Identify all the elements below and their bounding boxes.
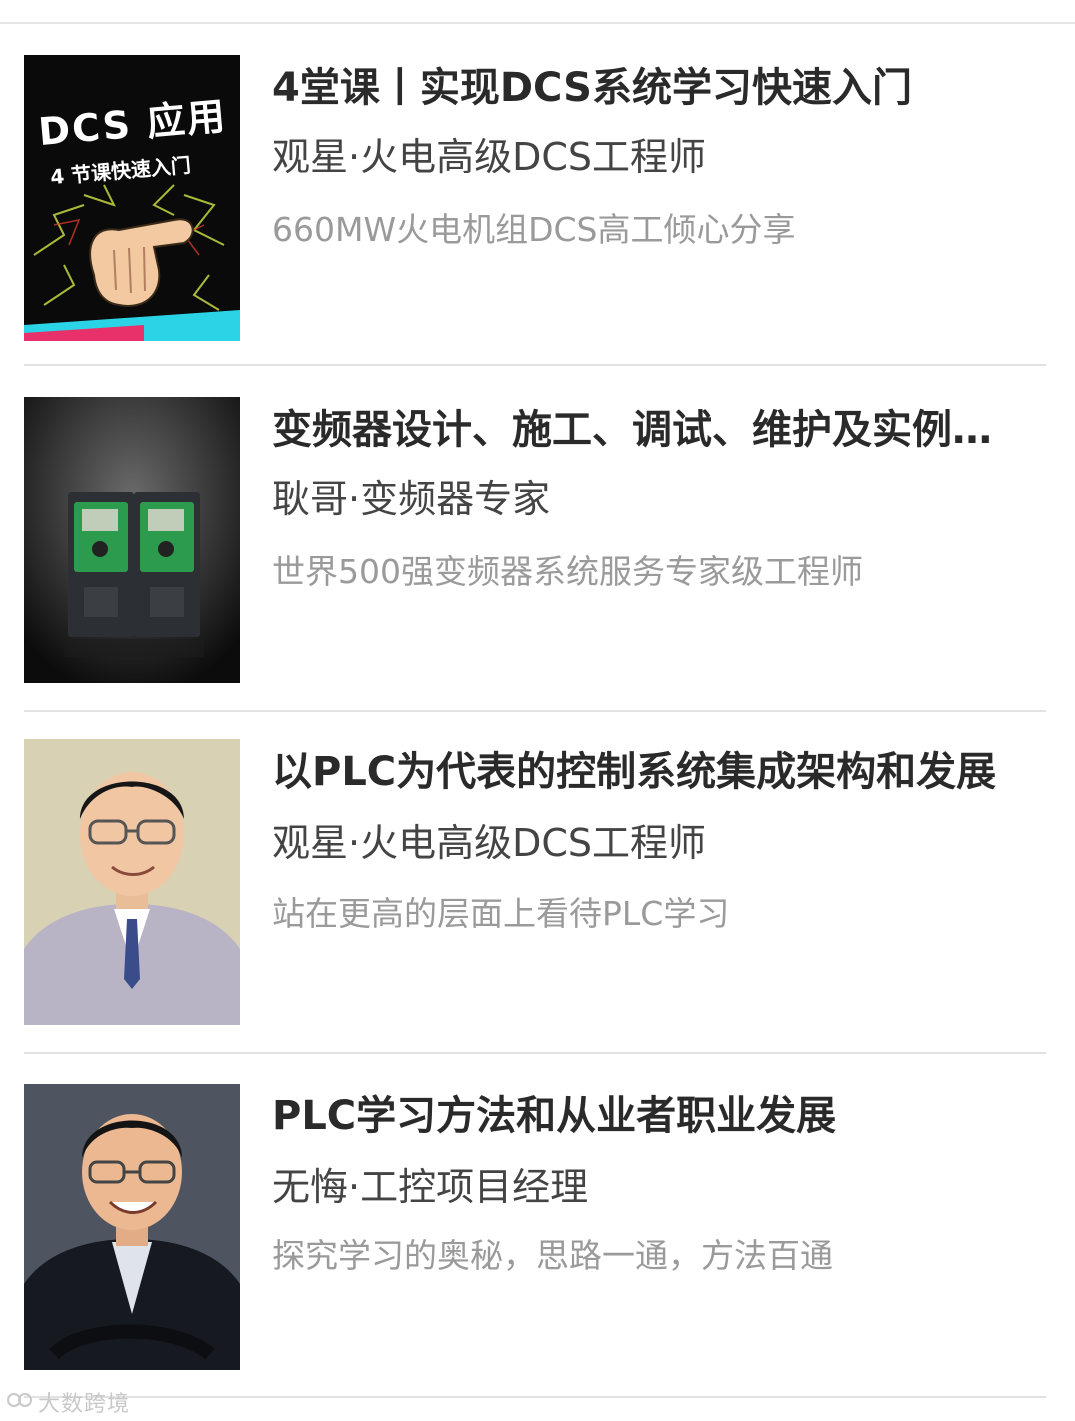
course-thumbnail[interactable]: DCS 应用 4 节课快速入门	[24, 55, 240, 341]
course-item-inverter[interactable]: 变频器设计、施工、调试、维护及实例… 耿哥·变频器专家 世界500强变频器系统服…	[0, 342, 1075, 712]
course-author: 无悔·工控项目经理	[272, 1165, 589, 1209]
course-author: 耿哥·变频器专家	[272, 477, 551, 521]
course-author: 观星·火电高级DCS工程师	[272, 135, 706, 179]
inverter-device-icon	[24, 397, 240, 683]
course-thumbnail[interactable]	[24, 397, 240, 683]
course-thumbnail[interactable]	[24, 739, 240, 1025]
watermark: 大数跨境	[6, 1386, 130, 1418]
course-title[interactable]: 变频器设计、施工、调试、维护及实例…	[272, 406, 1032, 454]
course-title[interactable]: 以PLC为代表的控制系统集成架构和发展	[272, 748, 1032, 796]
course-title[interactable]: 4堂课丨实现DCS系统学习快速入门	[272, 64, 1032, 112]
course-item-plc-architecture[interactable]: 以PLC为代表的控制系统集成架构和发展 观星·火电高级DCS工程师 站在更高的层…	[0, 688, 1075, 1054]
course-title[interactable]: PLC学习方法和从业者职业发展	[272, 1092, 1032, 1140]
watermark-logo-icon	[6, 1389, 34, 1417]
course-item-dcs[interactable]: DCS 应用 4 节课快速入门 4堂课丨实现DCS系统学习快速入门 观星·火电高…	[0, 0, 1075, 366]
course-description: 探究学习的奥秘，思路一通，方法百通	[272, 1236, 833, 1275]
course-description: 660MW火电机组DCS高工倾心分享	[272, 210, 796, 249]
course-author: 观星·火电高级DCS工程师	[272, 821, 706, 865]
instructor-photo-icon	[24, 1084, 240, 1370]
watermark-text: 大数跨境	[38, 1392, 131, 1417]
course-description: 站在更高的层面上看待PLC学习	[272, 894, 730, 933]
course-item-plc-career[interactable]: PLC学习方法和从业者职业发展 无悔·工控项目经理 探究学习的奥秘，思路一通，方…	[0, 1030, 1075, 1398]
item-divider	[24, 1396, 1046, 1398]
course-description: 世界500强变频器系统服务专家级工程师	[272, 552, 863, 591]
instructor-photo-icon	[24, 739, 240, 1025]
course-thumbnail[interactable]	[24, 1084, 240, 1370]
